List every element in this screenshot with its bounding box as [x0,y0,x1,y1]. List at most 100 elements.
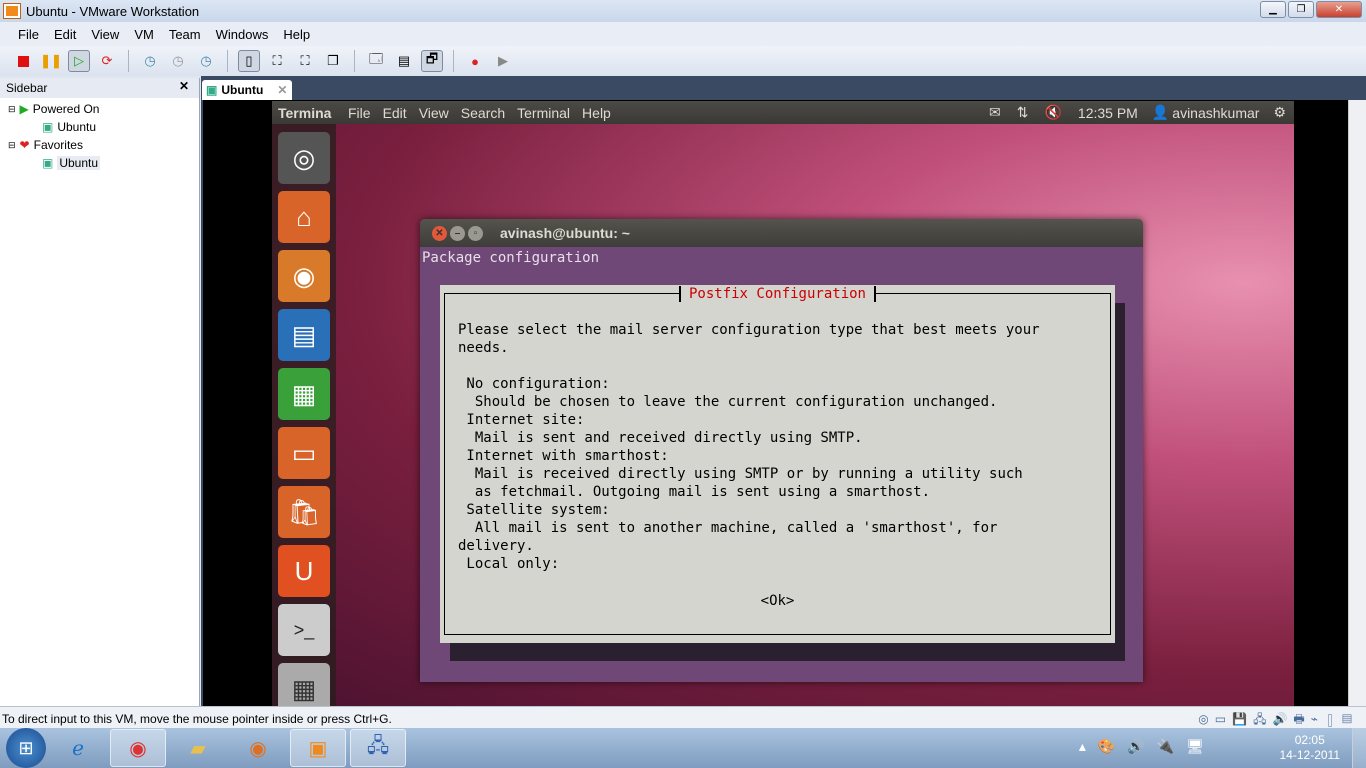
menu-edit[interactable]: Edit [383,105,407,121]
username[interactable]: avinashkumar [1172,105,1259,121]
clock[interactable]: 12:35 PM [1078,105,1138,121]
network-icon[interactable]: ⇅ [1017,104,1029,121]
replay-icon[interactable]: ▶ [492,50,514,72]
start-button[interactable]: ⊞ [6,728,46,768]
explorer-folder-icon[interactable]: ▰ [170,729,226,767]
vertical-scrollbar[interactable] [1348,100,1366,706]
collapse-icon[interactable]: ⊟ [8,140,16,151]
software-center-icon[interactable]: 🛍 [278,486,330,538]
printer-icon[interactable]: 🖶 [1293,712,1310,726]
libreoffice-impress-icon[interactable]: ▭ [278,427,330,479]
ubuntu-desktop[interactable]: Termina File Edit View Search Terminal H… [272,101,1294,706]
tree-group-powered-on[interactable]: ⊟ ▶ Powered On [0,100,199,118]
session-gear-icon[interactable]: ⚙ [1273,104,1286,121]
snapshot-icon[interactable]: ◷ [139,50,161,72]
sidebar-item-ubuntu[interactable]: ▣ Ubuntu [0,118,199,136]
revert-snapshot-icon[interactable]: ◷ [167,50,189,72]
sidebar: Sidebar ✕ ⊟ ▶ Powered On ▣ Ubuntu ⊟ ❤ Favorite… [0,78,200,706]
minimize-icon[interactable]: – [450,225,465,241]
sidebar-close-icon[interactable]: ✕ [179,79,189,93]
postfix-dialog: Postfix Configuration Please select the … [440,285,1115,643]
terminal-icon[interactable]: >_ [278,604,330,656]
status-bar: To direct input to this VM, move the mou… [0,706,1366,728]
chrome-icon[interactable]: ◉ [110,729,166,767]
hard-disk-icon[interactable]: ▭ [1215,712,1232,726]
ok-row: <Ok> [440,592,1115,610]
dialog-line: delivery. [458,538,534,554]
firefox-icon[interactable]: ◉ [230,729,286,767]
maximize-button[interactable]: ❐ [1288,1,1314,18]
vm-label: Ubuntu [57,156,101,170]
menu-windows[interactable]: Windows [216,27,269,42]
maximize-icon[interactable]: ▫ [468,225,483,241]
menu-view[interactable]: View [419,105,449,121]
reset-icon[interactable]: ⟳ [96,50,118,72]
network-icon[interactable]: 🖥 [1186,738,1216,754]
power-on-icon[interactable]: ▷ [68,50,90,72]
libreoffice-writer-icon[interactable]: ▤ [278,309,330,361]
home-folder-icon[interactable]: ⌂ [278,191,330,243]
sound-icon[interactable]: 🔊 [1272,712,1293,726]
power-icon[interactable]: 🔌 [1157,738,1186,754]
menu-edit[interactable]: Edit [54,27,76,42]
unity-icon[interactable]: ❐ [322,50,344,72]
vm-icon: ▣ [206,83,218,97]
menu-search[interactable]: Search [461,105,505,121]
taskbar: ⊞ ℯ ◉ ▰ ◉ ▣ 🖧 ▴🎨🔊🔌🖥 02:05 14-12-2011 [0,728,1366,768]
menu-file[interactable]: File [18,27,39,42]
terminal-window[interactable]: ✕ – ▫ avinash@ubuntu: ~ Package configur… [420,219,1143,682]
usb-icon[interactable]: ⌁ [1311,712,1324,726]
menu-file[interactable]: File [348,105,371,121]
vmware-taskbar-icon[interactable]: ▣ [290,729,346,767]
taskbar-clock[interactable]: 02:05 14-12-2011 [1280,733,1341,763]
suspend-icon[interactable]: ❚❚ [40,50,62,72]
console-view-icon[interactable]: 🗔 [365,50,387,72]
menu-team[interactable]: Team [169,27,201,42]
group-label: Powered On [32,102,100,116]
palette-icon[interactable]: 🎨 [1098,738,1127,754]
show-desktop-button[interactable] [1352,728,1366,768]
sidebar-item-ubuntu-favorite[interactable]: ▣ Ubuntu [0,154,199,172]
shared-folder-icon[interactable]: ▯ [1324,712,1342,726]
tab-close-icon[interactable]: ✕ [277,83,287,97]
tree-group-favorites[interactable]: ⊟ ❤ Favorites [0,136,199,154]
tab-ubuntu[interactable]: ▣ Ubuntu ✕ [202,80,292,100]
menu-help[interactable]: Help [283,27,310,42]
cd-icon[interactable]: ◎ [1198,712,1214,726]
collapse-icon[interactable]: ⊟ [8,104,16,115]
dialog-line: Satellite system: [458,502,610,518]
close-button[interactable]: ✕ [1316,1,1362,18]
status-text: To direct input to this VM, move the mou… [2,712,392,726]
minimize-button[interactable]: ▁ [1260,1,1286,18]
dash-home-icon[interactable]: ◎ [278,132,330,184]
show-sidebar-icon[interactable]: ▯ [238,50,260,72]
network-app-icon[interactable]: 🖧 [350,729,406,767]
full-screen-icon[interactable]: ⛶ [294,50,316,72]
summary-view-icon[interactable]: ▤ [393,50,415,72]
network-adapter-icon[interactable]: 🖧 [1253,712,1272,726]
floppy-icon[interactable]: 💾 [1232,712,1253,726]
menu-help[interactable]: Help [582,105,611,121]
quick-switch-icon[interactable]: ⛶ [266,50,288,72]
ok-button[interactable]: <Ok> [761,593,795,609]
libreoffice-calc-icon[interactable]: ▦ [278,368,330,420]
workspace-switcher-icon[interactable]: ▦ [278,663,330,706]
mail-icon[interactable]: ✉ [989,104,1001,121]
dialog-line: Mail is received directly using SMTP or … [458,466,1023,482]
menu-terminal[interactable]: Terminal [517,105,570,121]
menu-vm[interactable]: VM [134,27,154,42]
record-icon[interactable]: ● [464,50,486,72]
show-hidden-icons[interactable]: ▴ [1079,738,1098,754]
thumbnail-view-icon[interactable]: 🗗 [421,50,443,72]
power-off-icon[interactable] [12,50,34,72]
snapshot-manager-icon[interactable]: ◷ [195,50,217,72]
close-icon[interactable]: ✕ [432,225,447,241]
firefox-icon[interactable]: ◉ [278,250,330,302]
volume-icon[interactable]: 🔊 [1127,738,1156,754]
clock-time: 02:05 [1294,733,1325,747]
internet-explorer-icon[interactable]: ℯ [50,729,106,767]
volume-muted-icon[interactable]: 🔇 [1044,104,1061,121]
ubuntu-one-icon[interactable]: U [278,545,330,597]
message-log-icon[interactable]: ▤ [1342,712,1358,726]
menu-view[interactable]: View [91,27,119,42]
